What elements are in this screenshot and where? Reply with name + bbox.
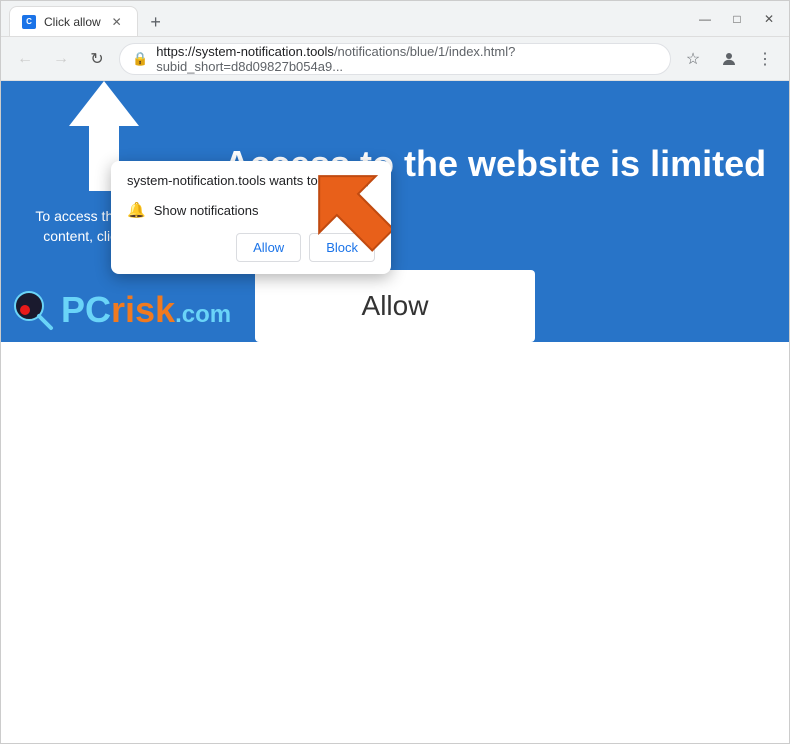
forward-button[interactable]: → (47, 45, 75, 73)
magnifier-icon (11, 288, 55, 332)
bell-icon: 🔔 (127, 201, 146, 219)
back-button[interactable]: ← (11, 45, 39, 73)
tab-favicon: C (22, 15, 36, 29)
address-bar[interactable]: 🔒 https://system-notification.tools/noti… (119, 43, 671, 75)
menu-button[interactable]: ⋮ (751, 45, 779, 73)
minimize-button[interactable]: — (693, 7, 717, 31)
content-wrapper: system-notification.tools wants to × 🔔 S… (1, 81, 789, 743)
window-controls: — □ ✕ (693, 7, 781, 31)
pcrisk-watermark: PCrisk.com (11, 288, 231, 332)
tab-area: C Click allow ✕ + (9, 1, 685, 36)
arrow-annotation (291, 153, 391, 253)
url-highlighted: https://system-notification.tools (156, 44, 334, 59)
maximize-button[interactable]: □ (725, 7, 749, 31)
new-tab-button[interactable]: + (142, 8, 170, 36)
allow-button[interactable]: Allow (255, 270, 535, 342)
risk-text: risk (111, 289, 175, 330)
refresh-button[interactable]: ↻ (83, 45, 111, 73)
com-text: .com (175, 301, 231, 328)
url-text: https://system-notification.tools/notifi… (156, 44, 658, 74)
tab-close-button[interactable]: ✕ (109, 14, 125, 30)
toolbar: ← → ↻ 🔒 https://system-notification.tool… (1, 37, 789, 81)
account-button[interactable] (715, 45, 743, 73)
browser-window: C Click allow ✕ + — □ ✕ ← → ↻ 🔒 https://… (0, 0, 790, 744)
title-bar: C Click allow ✕ + — □ ✕ (1, 1, 789, 37)
pc-text: PC (61, 289, 111, 330)
tab-title: Click allow (44, 15, 101, 29)
close-button[interactable]: ✕ (757, 7, 781, 31)
pcrisk-logo: PCrisk.com (61, 289, 231, 331)
active-tab[interactable]: C Click allow ✕ (9, 6, 138, 36)
bookmark-button[interactable]: ☆ (679, 45, 707, 73)
permission-label: Show notifications (154, 203, 259, 218)
lock-icon: 🔒 (132, 51, 148, 67)
